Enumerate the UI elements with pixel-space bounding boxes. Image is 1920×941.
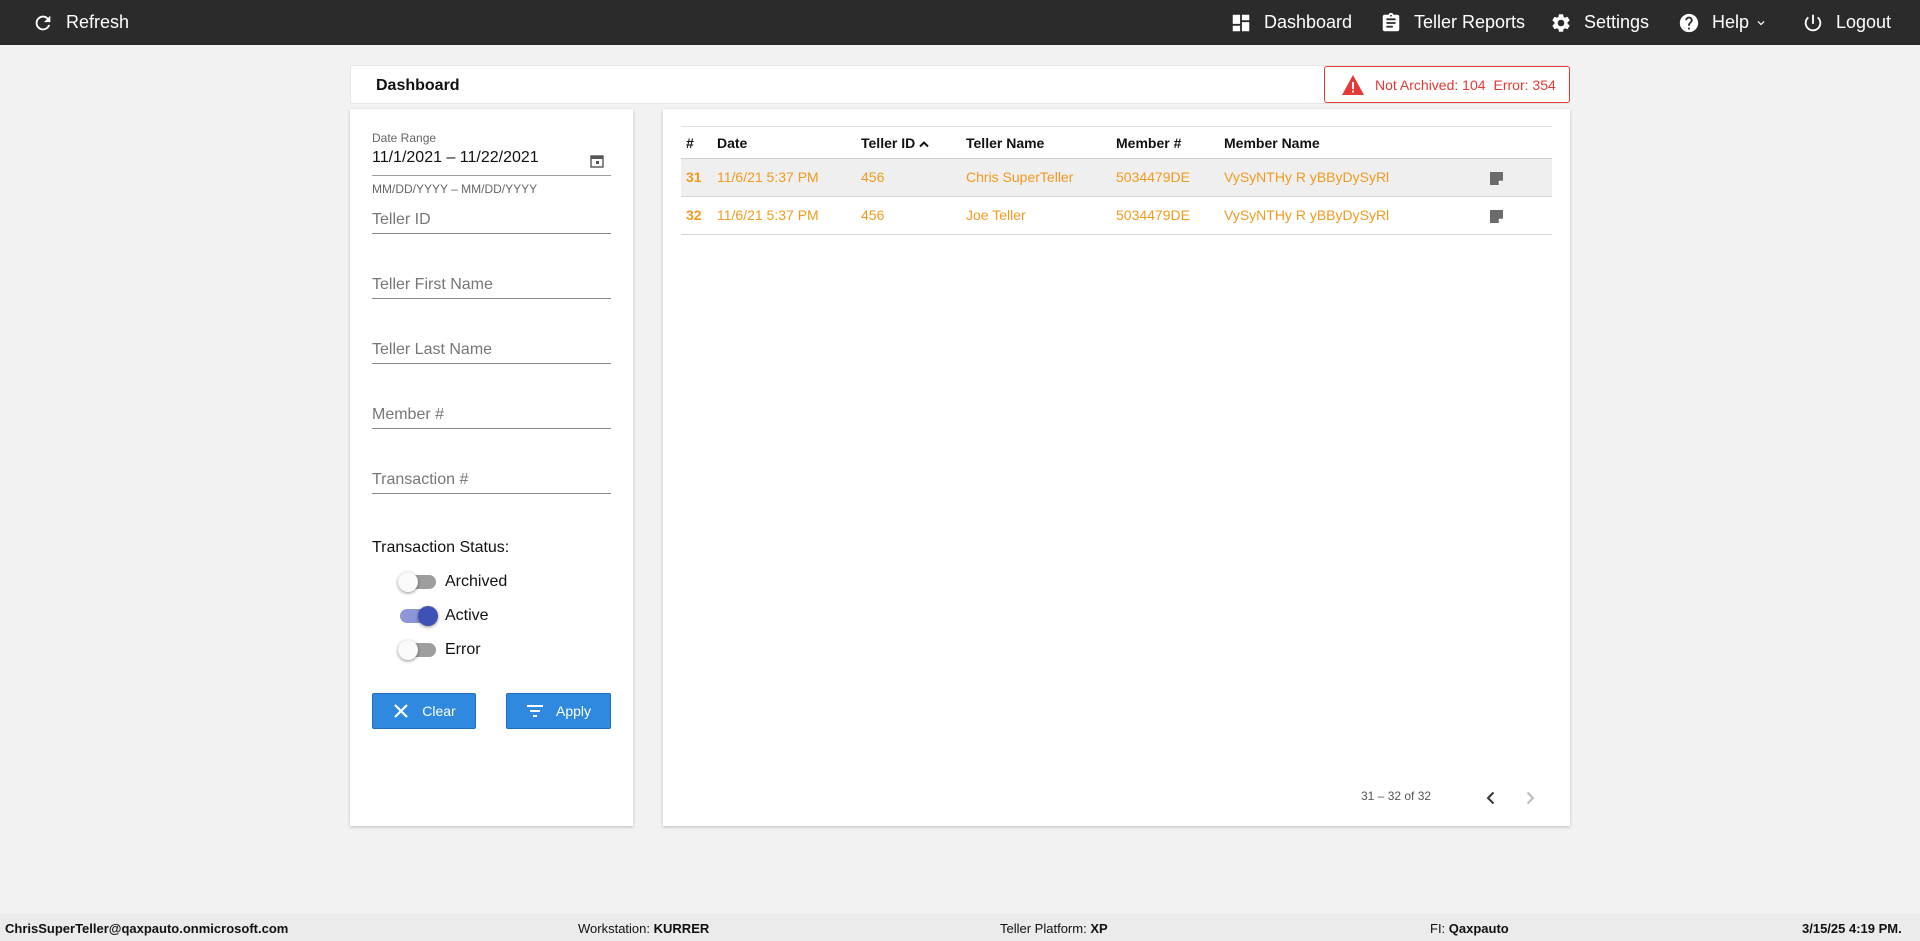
cell-teller-id: 456	[861, 207, 885, 223]
cell-date: 11/6/21 5:37 PM	[717, 207, 819, 223]
cell-teller-name: Joe Teller	[966, 207, 1026, 223]
dashboard-icon	[1232, 14, 1250, 31]
close-icon	[394, 704, 409, 718]
toggle-active[interactable]: Active	[400, 603, 489, 629]
date-range-input[interactable]: 11/1/2021 – 11/22/2021	[372, 149, 539, 167]
nav-teller-reports-label: Teller Reports	[1414, 12, 1526, 32]
toggle-active-label: Active	[445, 607, 489, 624]
nav-help-label: Help	[1712, 12, 1750, 32]
toggle-switch[interactable]	[398, 572, 436, 592]
clear-label: Clear	[422, 703, 456, 719]
table-header: # Date Teller ID Teller Name Member # Me…	[681, 126, 1552, 159]
footer-fi-label: FI:	[1430, 921, 1446, 936]
footer-datetime-value: 3/15/25 4:19 PM.	[1802, 921, 1902, 936]
footer-fi: FI: Qaxpauto	[1430, 921, 1509, 936]
cell-date: 11/6/21 5:37 PM	[717, 169, 819, 185]
page-title: Dashboard	[376, 77, 460, 94]
note-icon[interactable]	[1489, 209, 1504, 224]
help-icon	[1679, 13, 1699, 32]
toggle-error[interactable]: Error	[398, 637, 481, 663]
footer-platform: Teller Platform: XP	[1000, 921, 1108, 936]
toggle-archived[interactable]: Archived	[398, 569, 508, 595]
col-header-date[interactable]: Date	[717, 127, 747, 159]
nav-teller-reports[interactable]: Teller Reports	[1380, 0, 1525, 45]
col-header-teller-id[interactable]: Teller ID	[861, 127, 930, 159]
logout-button[interactable]: Logout	[1802, 0, 1891, 45]
table-row[interactable]: 31 11/6/21 5:37 PM 456 Chris SuperTeller…	[681, 159, 1552, 197]
date-format-hint: MM/DD/YYYY – MM/DD/YYYY	[372, 182, 538, 196]
cell-teller-id: 456	[861, 169, 885, 185]
sort-up-icon	[919, 141, 929, 148]
cell-number: 32	[686, 207, 702, 223]
col-header-member-number[interactable]: Member #	[1116, 127, 1181, 159]
nav-settings-label: Settings	[1584, 12, 1650, 32]
warning-icon	[1342, 74, 1364, 95]
footer-user-email: ChrisSuperTeller@qaxpauto.onmicrosoft.co…	[5, 921, 289, 936]
toggle-switch[interactable]	[398, 640, 436, 660]
power-icon	[1804, 14, 1822, 31]
clipboard-icon	[1382, 12, 1400, 31]
refresh-label: Refresh	[66, 12, 130, 32]
table-row[interactable]: 32 11/6/21 5:37 PM 456 Joe Teller 503447…	[681, 197, 1552, 235]
pagination-range: 31 – 32 of 32	[1361, 789, 1432, 803]
chevron-left-icon[interactable]	[1480, 787, 1502, 809]
chevron-down-icon	[1757, 20, 1765, 25]
error-count: Error: 354	[1493, 76, 1556, 93]
calendar-icon[interactable]	[590, 154, 604, 168]
transaction-status-label: Transaction Status:	[372, 539, 510, 556]
toggle-switch[interactable]	[400, 606, 438, 626]
nav-dashboard[interactable]: Dashboard	[1230, 0, 1352, 45]
chevron-right-icon[interactable]	[1519, 787, 1541, 809]
nav-help[interactable]: Help	[1678, 0, 1768, 45]
footer-user: ChrisSuperTeller@qaxpauto.onmicrosoft.co…	[5, 921, 288, 936]
filter-icon	[526, 705, 543, 717]
cell-teller-name: Chris SuperTeller	[966, 169, 1074, 185]
cell-member-name: VySyNTHy R yBByDySyRl	[1224, 207, 1390, 223]
date-range-label: Date Range	[372, 131, 437, 145]
footer-fi-value: Qaxpauto	[1448, 921, 1509, 936]
cell-member-name: VySyNTHy R yBByDySyRl	[1224, 169, 1390, 185]
footer-workstation-value: KURRER	[653, 921, 710, 936]
clear-button[interactable]: Clear	[372, 693, 476, 729]
filter-panel: Date Range 11/1/2021 – 11/22/2021 MM/DD/…	[350, 109, 633, 826]
logout-label: Logout	[1836, 12, 1892, 32]
cell-number: 31	[686, 169, 702, 185]
nav-settings[interactable]: Settings	[1550, 0, 1649, 45]
footer-platform-value: XP	[1090, 921, 1108, 936]
teller-id-field[interactable]: Teller ID	[372, 204, 611, 234]
refresh-button[interactable]: Refresh	[32, 0, 129, 45]
transaction-number-field[interactable]: Transaction #	[372, 464, 611, 494]
apply-label: Apply	[555, 703, 592, 719]
status-alert-badge[interactable]: Not Archived: 104 Error: 354	[1324, 66, 1570, 103]
col-header-number[interactable]: #	[686, 127, 694, 159]
refresh-icon	[35, 15, 51, 30]
cell-member-number: 5034479DE	[1116, 207, 1190, 223]
nav-dashboard-label: Dashboard	[1264, 12, 1353, 32]
teller-first-name-field[interactable]: Teller First Name	[372, 269, 611, 299]
gear-icon	[1552, 13, 1570, 32]
footer-datetime: 3/15/25 4:19 PM.	[1802, 921, 1902, 936]
transactions-table: # Date Teller ID Teller Name Member # Me…	[681, 126, 1552, 235]
status-footer: ChrisSuperTeller@qaxpauto.onmicrosoft.co…	[0, 914, 1920, 941]
teller-last-name-field[interactable]: Teller Last Name	[372, 334, 611, 364]
apply-button[interactable]: Apply	[506, 693, 611, 729]
col-header-member-name[interactable]: Member Name	[1224, 127, 1320, 159]
transactions-panel: # Date Teller ID Teller Name Member # Me…	[663, 109, 1570, 826]
date-range-underline	[372, 175, 611, 176]
col-header-teller-id-label: Teller ID	[861, 135, 916, 151]
top-navbar: Refresh Dashboard Teller Reports Setting…	[0, 0, 1920, 45]
not-archived-count: Not Archived: 104	[1375, 76, 1486, 93]
note-icon[interactable]	[1489, 171, 1504, 186]
cell-member-number: 5034479DE	[1116, 169, 1190, 185]
footer-platform-label: Teller Platform:	[1000, 921, 1087, 936]
member-number-field[interactable]: Member #	[372, 399, 611, 429]
footer-workstation: Workstation: KURRER	[578, 921, 709, 936]
toggle-error-label: Error	[445, 641, 481, 658]
footer-workstation-label: Workstation:	[578, 921, 651, 936]
toggle-archived-label: Archived	[445, 573, 508, 590]
col-header-teller-name[interactable]: Teller Name	[966, 127, 1044, 159]
